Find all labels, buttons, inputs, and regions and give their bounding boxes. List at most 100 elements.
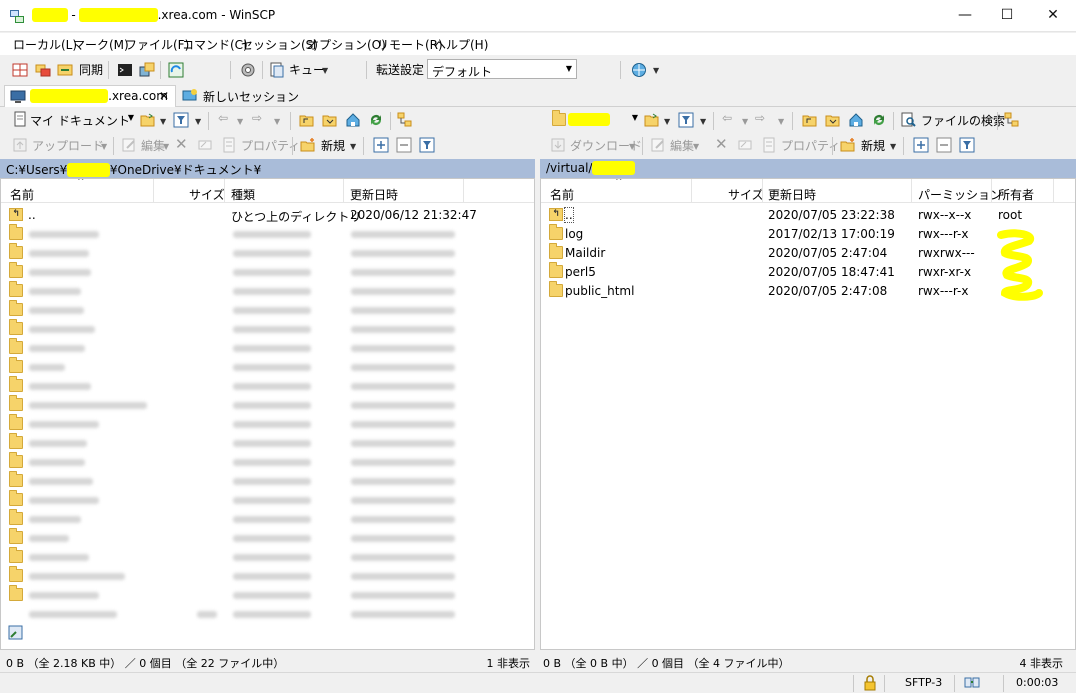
find-files-button[interactable]: ファイルの検索 <box>921 112 1005 129</box>
queue-button[interactable]: キュー <box>289 61 325 78</box>
refresh-icon[interactable] <box>368 112 384 128</box>
column-divider[interactable] <box>153 179 154 203</box>
table-row[interactable]: public_html 2020/07/05 2:47:08 rwx---r-x <box>541 281 1075 301</box>
local-location-select[interactable]: マイ ドキュメント ▼ <box>12 109 134 129</box>
delete-icon[interactable]: ✕ <box>715 135 728 153</box>
global-icon[interactable] <box>631 62 647 78</box>
tree-view-icon[interactable] <box>397 112 413 128</box>
open-dropdown-arrow[interactable]: ▼ <box>160 117 166 126</box>
column-divider[interactable] <box>691 179 692 203</box>
upload-dropdown-arrow[interactable]: ▼ <box>101 142 107 151</box>
new-folder-icon[interactable] <box>840 137 856 153</box>
column-divider[interactable] <box>1053 179 1054 203</box>
forward-icon[interactable]: ⇨ <box>755 111 765 125</box>
lock-icon[interactable] <box>862 675 878 691</box>
new-button[interactable]: 新規 <box>321 137 345 154</box>
table-row[interactable] <box>1 395 534 415</box>
compare-directories-icon[interactable] <box>12 62 28 78</box>
rename-icon[interactable] <box>737 137 753 153</box>
winscp-app-icon[interactable] <box>9 8 25 24</box>
back-icon[interactable]: ⇦ <box>218 111 228 125</box>
table-row[interactable]: ↰ .. 2020/07/05 23:22:38 rwx--x--x root <box>541 206 1075 225</box>
table-row[interactable] <box>1 300 534 320</box>
table-row[interactable] <box>1 528 534 548</box>
open-folder-icon[interactable] <box>644 112 660 128</box>
edit-dropdown-arrow[interactable]: ▼ <box>693 142 699 151</box>
menu-file[interactable]: ファイル(F) <box>125 36 189 53</box>
tab-close-button[interactable]: ✕ <box>159 89 169 103</box>
column-divider[interactable] <box>911 179 912 203</box>
select-minus-icon[interactable] <box>936 137 952 153</box>
table-row[interactable] <box>1 471 534 491</box>
queue-icon[interactable] <box>269 62 285 78</box>
column-modified[interactable]: 更新日時 <box>350 186 398 203</box>
root-directory-icon[interactable] <box>322 112 338 128</box>
synchronize-browsing-icon[interactable] <box>35 62 51 78</box>
table-row[interactable] <box>1 338 534 358</box>
table-row[interactable] <box>1 319 534 339</box>
download-dropdown-arrow[interactable]: ▼ <box>629 142 635 151</box>
new-button[interactable]: 新規 <box>861 137 885 154</box>
root-directory-icon[interactable] <box>825 112 841 128</box>
select-plus-icon[interactable] <box>913 137 929 153</box>
new-dropdown-arrow[interactable]: ▼ <box>890 142 896 151</box>
table-row[interactable] <box>1 509 534 529</box>
table-row[interactable] <box>1 452 534 472</box>
filter-icon[interactable] <box>173 112 189 128</box>
filter-dropdown-arrow[interactable]: ▼ <box>700 117 706 126</box>
filter-icon[interactable] <box>678 112 694 128</box>
back-dropdown-arrow[interactable]: ▼ <box>742 117 748 126</box>
refresh-icon[interactable] <box>871 112 887 128</box>
table-row[interactable] <box>1 490 534 510</box>
table-row[interactable] <box>1 605 534 624</box>
tree-view-icon[interactable] <box>1004 112 1020 128</box>
edit-button[interactable]: 編集 <box>670 137 694 154</box>
home-icon[interactable] <box>345 112 361 128</box>
parent-directory-icon[interactable] <box>299 112 315 128</box>
column-divider[interactable] <box>343 179 344 203</box>
table-row[interactable] <box>1 376 534 396</box>
filter-dropdown-arrow[interactable]: ▼ <box>195 117 201 126</box>
find-files-icon[interactable] <box>901 112 917 128</box>
table-row[interactable] <box>1 357 534 377</box>
close-button[interactable]: ✕ <box>1030 0 1076 31</box>
parent-directory-icon[interactable] <box>802 112 818 128</box>
tab-new-session[interactable]: 新しいセッション <box>180 85 299 107</box>
open-folder-icon[interactable] <box>140 112 156 128</box>
select-plus-icon[interactable] <box>373 137 389 153</box>
global-dropdown-arrow[interactable]: ▼ <box>653 66 659 75</box>
column-permissions[interactable]: パーミッション <box>918 186 1002 203</box>
tab-session[interactable]: xxxxxxxxxxx.xrea.com ✕ <box>4 85 176 107</box>
select-filter-icon[interactable] <box>419 137 435 153</box>
queue-dropdown-arrow[interactable]: ▼ <box>322 66 328 75</box>
table-row[interactable] <box>1 262 534 282</box>
table-row[interactable]: log 2017/02/13 17:00:19 rwx---r-x <box>541 224 1075 244</box>
column-divider[interactable] <box>224 179 225 203</box>
upload-button[interactable]: アップロード <box>32 137 104 154</box>
terminal-icon[interactable] <box>117 62 133 78</box>
edit-icon[interactable] <box>650 137 666 153</box>
open-dropdown-arrow[interactable]: ▼ <box>664 117 670 126</box>
gear-icon[interactable] <box>240 62 256 78</box>
column-divider[interactable] <box>991 179 992 203</box>
local-hidden-count[interactable]: 1 非表示 <box>487 655 531 671</box>
maximize-button[interactable]: ☐ <box>984 0 1030 31</box>
table-row[interactable] <box>1 224 534 244</box>
forward-dropdown-arrow[interactable]: ▼ <box>778 117 784 126</box>
table-row[interactable] <box>1 243 534 263</box>
table-row-parent[interactable]: ↰ .. ひとつ上のディレクトリ 2020/06/12 21:32:47 <box>1 206 534 225</box>
forward-icon[interactable]: ⇨ <box>252 111 262 125</box>
upload-icon[interactable] <box>12 137 28 153</box>
table-row[interactable] <box>1 585 534 605</box>
back-dropdown-arrow[interactable]: ▼ <box>237 117 243 126</box>
column-owner[interactable]: 所有者 <box>998 186 1034 203</box>
column-size[interactable]: サイズ <box>728 186 764 203</box>
menu-options[interactable]: オプション(O) <box>307 36 386 53</box>
edit-button[interactable]: 編集 <box>141 137 165 154</box>
remote-location-select[interactable]: ▼ <box>550 109 638 129</box>
column-type[interactable]: 種類 <box>231 186 255 203</box>
delete-icon[interactable]: ✕ <box>175 135 188 153</box>
select-filter-icon[interactable] <box>959 137 975 153</box>
column-size[interactable]: サイズ <box>189 186 225 203</box>
menu-remote[interactable]: リモート(R) <box>377 36 443 53</box>
